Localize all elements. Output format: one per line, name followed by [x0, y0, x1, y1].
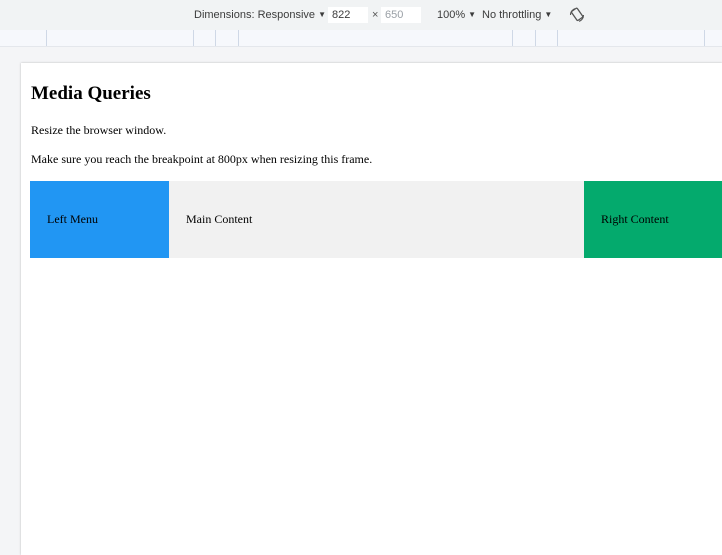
devtools-toolbar: Dimensions: Responsive ▼ 822 × 650 100% ▼ … — [0, 0, 722, 30]
rotate-icon — [569, 7, 585, 22]
ruler-tick — [46, 30, 47, 46]
ruler-tick — [238, 30, 239, 46]
throttling-caret-icon: ▼ — [544, 10, 553, 19]
main-content: Main Content — [169, 181, 584, 258]
dimensions-caret-icon: ▼ — [318, 10, 326, 19]
page-title: Media Queries — [31, 83, 151, 104]
ruler-tick — [535, 30, 536, 46]
rotate-button[interactable] — [568, 6, 586, 24]
width-input[interactable]: 822 — [328, 7, 368, 23]
throttling-dropdown[interactable]: No throttling ▼ — [482, 0, 552, 30]
throttling-label: No throttling — [482, 9, 542, 21]
media-query-ruler[interactable] — [0, 30, 722, 47]
ruler-tick — [193, 30, 194, 46]
intro-text: Resize the browser window. — [31, 123, 167, 137]
dimensions-label: Dimensions: Responsive — [194, 9, 316, 21]
breakpoint-text: Make sure you reach the breakpoint at 80… — [31, 152, 373, 166]
responsive-frame: Media Queries Resize the browser window.… — [21, 63, 722, 555]
right-content: Right Content — [584, 181, 722, 258]
ruler-tick — [704, 30, 705, 46]
left-menu: Left Menu — [30, 181, 169, 258]
zoom-label: 100% — [437, 9, 466, 21]
ruler-tick — [215, 30, 216, 46]
zoom-caret-icon: ▼ — [468, 10, 477, 19]
ruler-tick — [512, 30, 513, 46]
dimensions-dropdown[interactable]: Dimensions: Responsive ▼ — [194, 0, 326, 30]
times-symbol: × — [372, 9, 379, 21]
zoom-dropdown[interactable]: 100% ▼ — [437, 0, 476, 30]
height-input[interactable]: 650 — [381, 7, 421, 23]
ruler-tick — [557, 30, 558, 46]
